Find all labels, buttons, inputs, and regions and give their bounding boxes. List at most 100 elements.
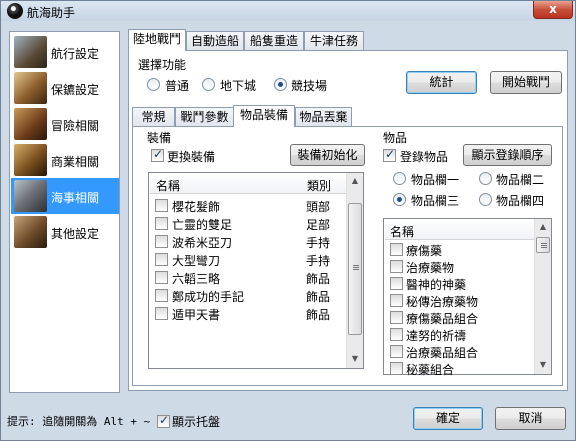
col-name-header[interactable]: 名稱 xyxy=(390,223,414,240)
sidebar-item-label: 航行設定 xyxy=(51,47,100,61)
sidebar-item-adventure[interactable]: 冒險相關 xyxy=(11,106,119,142)
equip-list[interactable]: 名稱 類別 櫻花髮飾 頭部 亡靈的雙足 足部 波希米亞刀 手持 大型彎刀 手持 … xyxy=(148,172,364,369)
tab-land-battle[interactable]: 陸地戰鬥 xyxy=(128,29,186,51)
mode-normal-radio[interactable] xyxy=(147,78,160,91)
table-row[interactable]: 櫻花髮飾 頭部 xyxy=(149,197,346,215)
tab-auto-shipbuild[interactable]: 自動造船 xyxy=(186,31,244,51)
slot4-radio[interactable] xyxy=(479,193,492,206)
list-item[interactable]: 療傷藥品組合 xyxy=(384,309,534,327)
list-item[interactable]: 療傷藥 xyxy=(384,241,534,259)
sidebar-item-other[interactable]: 其他設定 xyxy=(11,214,119,250)
row-checkbox[interactable] xyxy=(390,294,403,307)
sidebar-item-guard[interactable]: 保鑣設定 xyxy=(11,70,119,106)
table-row[interactable]: 波希米亞刀 手持 xyxy=(149,233,346,251)
sidebar-item-marine[interactable]: 海事相關 xyxy=(11,178,119,214)
stats-button[interactable]: 統計 xyxy=(406,71,477,94)
items-list[interactable]: 名稱 療傷藥 治療藥物 醫神的神藥 秘傳治療藥物 療傷藥品組合 達努的祈禱 治療… xyxy=(383,218,552,378)
row-checkbox[interactable] xyxy=(390,362,403,375)
table-row[interactable]: 大型彎刀 手持 xyxy=(149,251,346,269)
slot3-label: 物品欄三 xyxy=(411,194,460,208)
subtab-item-equip[interactable]: 物品裝備 xyxy=(233,105,295,127)
hint-text: 提示: 追隨開關為 Alt + ~ xyxy=(7,415,151,428)
login-items-label: 登錄物品 xyxy=(400,150,449,164)
slot3-radio[interactable] xyxy=(393,193,406,206)
row-name: 達努的祈禱 xyxy=(406,329,467,343)
row-checkbox[interactable] xyxy=(390,260,403,273)
row-checkbox[interactable] xyxy=(155,289,168,302)
list-item[interactable]: 秘傳治療藥物 xyxy=(384,292,534,310)
scroll-thumb[interactable] xyxy=(536,237,550,253)
slot1-radio[interactable] xyxy=(393,172,406,185)
show-order-button[interactable]: 顯示登錄順序 xyxy=(463,144,552,166)
list-item[interactable]: 達努的祈禱 xyxy=(384,326,534,344)
col-name-header[interactable]: 名稱 xyxy=(156,177,180,194)
equip-group-title: 裝備 xyxy=(147,131,172,145)
equip-list-scrollbar[interactable]: ▲ ▼ xyxy=(346,173,363,368)
title-bar: 航海助手 x xyxy=(1,1,575,21)
table-row[interactable]: 六韜三略 飾品 xyxy=(149,269,346,287)
scroll-thumb[interactable] xyxy=(348,203,362,335)
row-checkbox[interactable] xyxy=(390,277,403,290)
table-row[interactable]: 鄭成功的手記 飾品 xyxy=(149,287,346,305)
sidebar-item-sailing[interactable]: 航行設定 xyxy=(11,34,119,70)
list-item[interactable]: 醫神的神藥 xyxy=(384,275,534,293)
row-checkbox[interactable] xyxy=(155,271,168,284)
row-checkbox[interactable] xyxy=(155,217,168,230)
row-checkbox[interactable] xyxy=(390,328,403,341)
other-icon xyxy=(14,216,47,248)
row-type: 飾品 xyxy=(306,308,331,322)
row-checkbox[interactable] xyxy=(155,253,168,266)
list-item[interactable]: 治療藥物 xyxy=(384,258,534,276)
slot2-radio[interactable] xyxy=(479,172,492,185)
equip-init-button[interactable]: 裝備初始化 xyxy=(290,144,365,166)
sidebar: 航行設定 保鑣設定 冒險相關 商業相關 海事相關 其他設定 xyxy=(9,31,120,393)
row-type: 手持 xyxy=(306,254,331,268)
scroll-up-arrow-icon[interactable]: ▲ xyxy=(535,219,551,235)
row-name: 療傷藥品組合 xyxy=(406,312,479,326)
row-name: 醫神的神藥 xyxy=(406,278,467,292)
table-row[interactable]: 亡靈的雙足 足部 xyxy=(149,215,346,233)
row-name: 鄭成功的手記 xyxy=(172,290,245,304)
mode-dungeon-radio[interactable] xyxy=(202,78,215,91)
row-checkbox[interactable] xyxy=(390,311,403,324)
row-checkbox[interactable] xyxy=(155,199,168,212)
items-list-scrollbar[interactable]: ▲ ▼ xyxy=(534,219,551,374)
row-name: 治療藥物 xyxy=(406,261,455,275)
subtab-battle-params[interactable]: 戰鬥參數 xyxy=(175,107,234,127)
slot1-label: 物品欄一 xyxy=(411,173,460,187)
row-name: 六韜三略 xyxy=(172,272,221,286)
mode-arena-radio[interactable] xyxy=(274,78,287,91)
scroll-down-arrow-icon[interactable]: ▼ xyxy=(347,351,363,367)
show-tray-checkbox[interactable] xyxy=(157,413,170,428)
row-name: 亡靈的雙足 xyxy=(172,218,233,232)
row-checkbox[interactable] xyxy=(155,307,168,320)
row-name: 秘藥組合 xyxy=(406,363,455,377)
window-title: 航海助手 xyxy=(27,6,76,20)
subtab-item-discard[interactable]: 物品丟棄 xyxy=(295,107,352,127)
col-type-header[interactable]: 類別 xyxy=(307,177,331,194)
land-battle-panel: 選擇功能 普通 地下城 競技場 統計 開始戰鬥 常規 戰鬥參數 物品裝備 物品丟… xyxy=(128,50,568,391)
row-checkbox[interactable] xyxy=(390,345,403,358)
scroll-up-arrow-icon[interactable]: ▲ xyxy=(347,173,363,189)
close-button[interactable]: x xyxy=(533,1,573,19)
tab-ship-rebuild[interactable]: 船隻重造 xyxy=(244,31,304,51)
start-battle-button[interactable]: 開始戰鬥 xyxy=(490,71,562,94)
list-item[interactable]: 秘藥組合 xyxy=(384,360,534,378)
login-items-checkbox[interactable] xyxy=(383,147,396,162)
subtab-general[interactable]: 常規 xyxy=(132,107,175,127)
mode-arena-label: 競技場 xyxy=(291,79,328,93)
tab-oxford-quest[interactable]: 牛津任務 xyxy=(304,31,364,51)
sidebar-item-label: 保鑣設定 xyxy=(51,83,100,97)
table-row[interactable]: 遁甲天書 飾品 xyxy=(149,305,346,323)
switch-equip-checkbox[interactable] xyxy=(151,147,164,162)
item-equip-panel: 裝備 更換裝備 裝備初始化 名稱 類別 櫻花髮飾 頭部 亡靈的雙足 足部 xyxy=(132,126,563,386)
row-type: 足部 xyxy=(306,218,331,232)
scroll-down-arrow-icon[interactable]: ▼ xyxy=(535,357,551,373)
row-checkbox[interactable] xyxy=(390,243,403,256)
app-icon xyxy=(7,3,23,19)
ok-button[interactable]: 確定 xyxy=(413,407,483,430)
sidebar-item-trade[interactable]: 商業相關 xyxy=(11,142,119,178)
list-item[interactable]: 治療藥品組合 xyxy=(384,343,534,361)
row-checkbox[interactable] xyxy=(155,235,168,248)
cancel-button[interactable]: 取消 xyxy=(495,407,566,430)
